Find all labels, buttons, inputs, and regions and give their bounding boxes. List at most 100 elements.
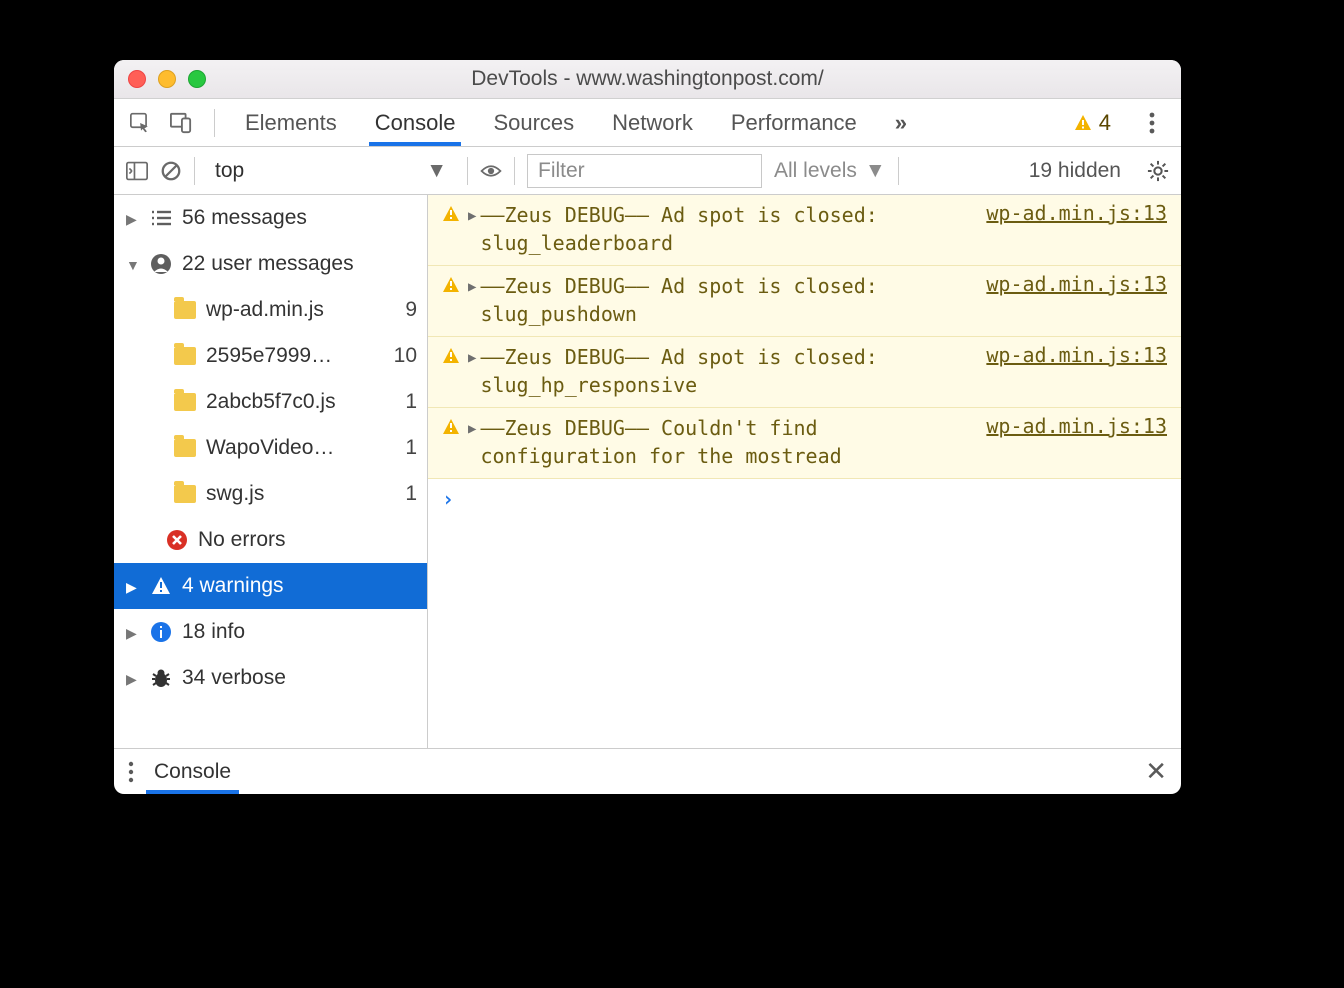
chevron-right-icon: ▶ xyxy=(468,208,476,224)
message-text: ––Zeus DEBUG–– Ad spot is closed: slug_l… xyxy=(480,201,972,257)
list-icon xyxy=(150,207,172,229)
tab-elements[interactable]: Elements xyxy=(243,101,339,145)
zoom-window-button[interactable] xyxy=(188,70,206,88)
sidebar-item-count: 1 xyxy=(405,482,417,506)
device-toolbar-icon[interactable] xyxy=(170,112,192,134)
sidebar-file-item[interactable]: wp-ad.min.js 9 xyxy=(114,287,427,333)
drawer-tab-console[interactable]: Console xyxy=(150,751,235,793)
console-message[interactable]: ▶ ––Zeus DEBUG–– Couldn't find configura… xyxy=(428,408,1181,479)
message-text: ––Zeus DEBUG–– Ad spot is closed: slug_p… xyxy=(480,272,972,328)
drawer: Console ✕ xyxy=(114,748,1181,794)
error-icon xyxy=(166,529,188,551)
user-icon xyxy=(150,253,172,275)
sidebar-item-label: 18 info xyxy=(182,620,245,644)
tab-console[interactable]: Console xyxy=(373,101,458,145)
console-message[interactable]: ▶ ––Zeus DEBUG–– Ad spot is closed: slug… xyxy=(428,266,1181,337)
sidebar-item-label: 4 warnings xyxy=(182,574,284,598)
issues-warning-badge[interactable]: 4 xyxy=(1073,110,1111,136)
folder-icon xyxy=(174,439,196,457)
chevron-right-icon xyxy=(126,666,140,690)
sidebar-item-count: 1 xyxy=(405,436,417,460)
devtools-window: DevTools - www.washingtonpost.com/ Eleme… xyxy=(114,60,1181,794)
sidebar-errors[interactable]: No errors xyxy=(114,517,427,563)
message-source-link[interactable]: wp-ad.min.js:13 xyxy=(986,272,1167,296)
message-text: ––Zeus DEBUG–– Couldn't find configurati… xyxy=(480,414,972,470)
console-message[interactable]: ▶ ––Zeus DEBUG–– Ad spot is closed: slug… xyxy=(428,195,1181,266)
filter-input[interactable] xyxy=(527,154,762,188)
chevron-right-icon xyxy=(126,206,140,230)
chevron-right-icon: ▶ xyxy=(468,421,476,437)
sidebar-file-item[interactable]: WapoVideo… 1 xyxy=(114,425,427,471)
divider xyxy=(214,109,215,137)
drawer-close-button[interactable]: ✕ xyxy=(1145,756,1167,787)
sidebar-warnings[interactable]: 4 warnings xyxy=(114,563,427,609)
main-tabs-bar: Elements Console Sources Network Perform… xyxy=(114,99,1181,147)
sidebar-verbose[interactable]: 34 verbose xyxy=(114,655,427,701)
tab-performance[interactable]: Performance xyxy=(729,101,859,145)
sidebar-item-label: 34 verbose xyxy=(182,666,286,690)
console-toolbar: top ▼ All levels ▼ 19 hidden xyxy=(114,147,1181,195)
sidebar-file-item[interactable]: 2abcb5f7c0.js 1 xyxy=(114,379,427,425)
tab-sources[interactable]: Sources xyxy=(491,101,576,145)
folder-icon xyxy=(174,485,196,503)
tabs-overflow-button[interactable]: » xyxy=(893,101,909,145)
window-title: DevTools - www.washingtonpost.com/ xyxy=(114,67,1181,91)
message-source-link[interactable]: wp-ad.min.js:13 xyxy=(986,343,1167,367)
titlebar: DevTools - www.washingtonpost.com/ xyxy=(114,60,1181,99)
console-settings-icon[interactable] xyxy=(1147,160,1169,182)
warning-icon xyxy=(150,575,172,597)
chevron-down-icon xyxy=(126,252,140,276)
warning-icon xyxy=(442,205,460,223)
sidebar-file-item[interactable]: 2595e7999… 10 xyxy=(114,333,427,379)
live-expression-icon[interactable] xyxy=(480,160,502,182)
tab-network[interactable]: Network xyxy=(610,101,695,145)
console-sidebar: 56 messages 22 user messages wp-ad.min.j… xyxy=(114,195,428,748)
toggle-sidebar-icon[interactable] xyxy=(126,160,148,182)
console-output: ▶ ––Zeus DEBUG–– Ad spot is closed: slug… xyxy=(428,195,1181,748)
sidebar-item-label: swg.js xyxy=(206,482,264,506)
sidebar-item-label: WapoVideo… xyxy=(206,436,334,460)
dropdown-icon: ▼ xyxy=(865,159,886,183)
context-selector[interactable]: top ▼ xyxy=(207,154,455,188)
console-prompt[interactable]: › xyxy=(428,479,1181,519)
warning-icon xyxy=(442,276,460,294)
settings-menu-button[interactable] xyxy=(1139,107,1165,139)
chevron-right-icon: ▶ xyxy=(468,350,476,366)
close-window-button[interactable] xyxy=(128,70,146,88)
warning-icon xyxy=(1073,113,1093,133)
sidebar-messages-total[interactable]: 56 messages xyxy=(114,195,427,241)
sidebar-item-label: 22 user messages xyxy=(182,252,354,276)
warning-icon xyxy=(442,347,460,365)
folder-icon xyxy=(174,301,196,319)
bug-icon xyxy=(150,667,172,689)
divider xyxy=(898,157,899,185)
message-text: ––Zeus DEBUG–– Ad spot is closed: slug_h… xyxy=(480,343,972,399)
sidebar-item-label: 2595e7999… xyxy=(206,344,332,368)
sidebar-item-count: 10 xyxy=(394,344,417,368)
clear-console-icon[interactable] xyxy=(160,160,182,182)
info-icon xyxy=(150,621,172,643)
log-levels-label: All levels xyxy=(774,159,857,183)
console-message[interactable]: ▶ ––Zeus DEBUG–– Ad spot is closed: slug… xyxy=(428,337,1181,408)
inspect-element-icon[interactable] xyxy=(130,112,152,134)
divider xyxy=(194,157,195,185)
sidebar-item-label: wp-ad.min.js xyxy=(206,298,324,322)
minimize-window-button[interactable] xyxy=(158,70,176,88)
sidebar-info[interactable]: 18 info xyxy=(114,609,427,655)
drawer-menu-button[interactable] xyxy=(128,761,134,783)
message-source-link[interactable]: wp-ad.min.js:13 xyxy=(986,201,1167,225)
issues-warning-count: 4 xyxy=(1099,110,1111,136)
traffic-lights xyxy=(128,70,206,88)
message-source-link[interactable]: wp-ad.min.js:13 xyxy=(986,414,1167,438)
folder-icon xyxy=(174,347,196,365)
hidden-messages-count[interactable]: 19 hidden xyxy=(1029,159,1121,183)
dropdown-icon: ▼ xyxy=(426,159,447,183)
sidebar-item-count: 9 xyxy=(405,298,417,322)
sidebar-file-item[interactable]: swg.js 1 xyxy=(114,471,427,517)
warning-icon xyxy=(442,418,460,436)
chevron-right-icon: ▶ xyxy=(468,279,476,295)
context-selector-value: top xyxy=(215,159,244,183)
log-levels-dropdown[interactable]: All levels ▼ xyxy=(774,159,886,183)
panel-tabs: Elements Console Sources Network Perform… xyxy=(243,101,909,145)
sidebar-user-messages[interactable]: 22 user messages xyxy=(114,241,427,287)
